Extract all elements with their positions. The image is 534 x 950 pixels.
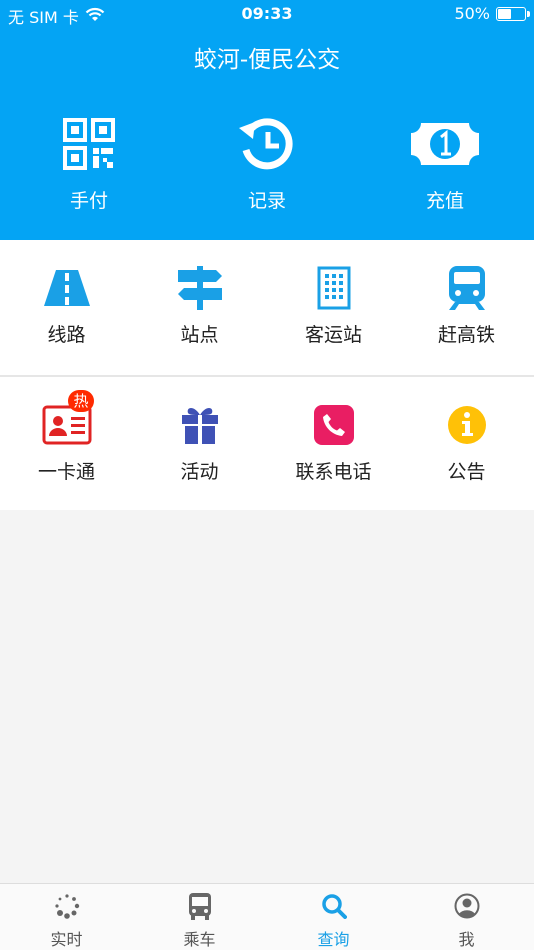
bus-icon	[133, 892, 266, 920]
tab-me[interactable]: 我	[400, 884, 533, 950]
gift-icon	[133, 403, 266, 447]
quick-pay-label: 手付	[69, 190, 108, 212]
grid-label: 公告	[447, 461, 486, 483]
recharge-label: 充值	[425, 190, 464, 212]
signpost-icon	[133, 266, 266, 310]
tab-query[interactable]: 查询	[267, 884, 400, 950]
status-bar: 无 SIM 卡 09:33 50%	[0, 0, 534, 28]
battery-icon	[496, 6, 530, 21]
search-icon	[267, 892, 400, 920]
grid-item-activities[interactable]: 活动	[133, 377, 266, 511]
grid-label: 活动	[180, 461, 219, 483]
qr-code-icon	[14, 112, 164, 176]
tab-label: 查询	[317, 930, 350, 949]
tab-bar: 实时 乘车 查询 我	[0, 883, 534, 950]
loading-icon	[0, 892, 133, 920]
grid-item-routes[interactable]: 线路	[0, 240, 133, 374]
phone-icon	[267, 403, 400, 447]
id-card-icon	[0, 403, 133, 447]
grid-item-stations[interactable]: 站点	[133, 240, 266, 374]
grid-label: 联系电话	[295, 461, 372, 483]
grid-item-transit-card[interactable]: 一卡通	[0, 377, 133, 511]
money-icon	[370, 112, 520, 176]
tab-realtime[interactable]: 实时	[0, 884, 133, 950]
history-icon	[192, 112, 342, 176]
grid-label: 赶高铁	[437, 324, 495, 346]
grid-label: 一卡通	[37, 461, 95, 483]
user-icon	[400, 892, 533, 920]
grid-label: 线路	[47, 324, 86, 346]
grid-item-contact-phone[interactable]: 联系电话	[267, 377, 400, 511]
records-button[interactable]: 记录	[192, 112, 342, 213]
train-icon	[400, 266, 533, 310]
page-title: 蛟河-便民公交	[193, 47, 341, 73]
grid-item-announcements[interactable]: 公告	[400, 377, 533, 511]
tab-label: 我	[458, 930, 475, 949]
grid-label: 站点	[180, 324, 219, 346]
building-icon	[267, 266, 400, 310]
grid-item-bus-terminal[interactable]: 客运站	[267, 240, 400, 374]
header: 无 SIM 卡 09:33 50% 蛟河-便民公交 手付 记录 充值	[0, 0, 534, 240]
tab-label: 实时	[50, 930, 83, 949]
recharge-button[interactable]: 充值	[370, 112, 520, 213]
records-label: 记录	[247, 190, 286, 212]
battery-percent: 50%	[454, 4, 490, 23]
grid-label: 客运站	[304, 324, 362, 346]
road-icon	[0, 266, 133, 310]
quick-pay-button[interactable]: 手付	[14, 112, 164, 213]
hot-badge: 热	[68, 390, 94, 412]
grid-item-high-speed-rail[interactable]: 赶高铁	[400, 240, 533, 374]
tab-label: 乘车	[183, 930, 216, 949]
tab-ride[interactable]: 乘车	[133, 884, 266, 950]
service-grid-row-1: 线路 站点 客运站 赶高铁	[0, 240, 534, 375]
info-icon	[400, 403, 533, 447]
